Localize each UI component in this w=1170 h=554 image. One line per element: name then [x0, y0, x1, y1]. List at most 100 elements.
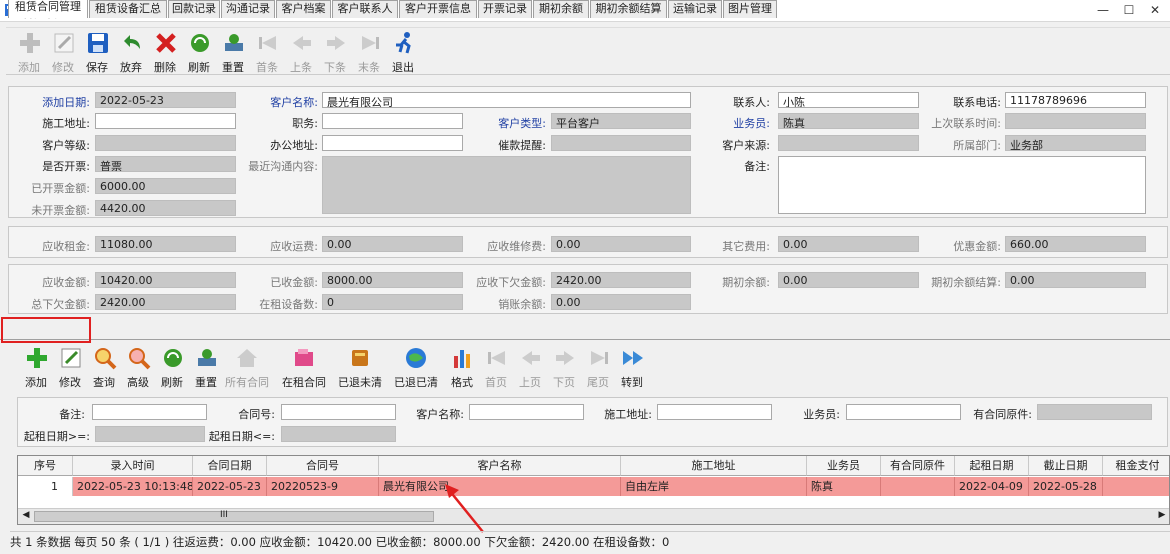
phone-field[interactable]: 11178789696 [1005, 92, 1146, 108]
reset-button[interactable]: 重置 [216, 28, 250, 76]
scroll-left-icon[interactable]: ◀ [20, 510, 32, 522]
cell-has-original[interactable] [881, 477, 955, 496]
writeoff-balance-field[interactable]: 0.00 [551, 294, 691, 310]
invoiced-amount-field[interactable]: 6000.00 [95, 178, 236, 194]
col-header-end-date[interactable]: 截止日期 [1029, 456, 1103, 476]
returned-settled-button[interactable]: 已退已清 [391, 343, 441, 391]
add-date-field[interactable]: 2022-05-23 [95, 92, 236, 108]
horizontal-scrollbar[interactable]: ◀ III ▶ [18, 508, 1169, 524]
renting-contracts-button[interactable]: 在租合同 [279, 343, 329, 391]
cell-site-address[interactable]: 自由左岸 [621, 477, 807, 496]
filter-contract-no-input[interactable] [281, 404, 396, 420]
tab-invoice-records[interactable]: 开票记录 [478, 0, 532, 18]
scroll-right-icon[interactable]: ▶ [1156, 510, 1168, 522]
tab-opening-balance-settle[interactable]: 期初余额结算 [590, 0, 667, 18]
col-header-rent-payment[interactable]: 租金支付 [1103, 456, 1169, 476]
customer-level-field[interactable] [95, 135, 236, 151]
col-header-has-original[interactable]: 有合同原件 [881, 456, 955, 476]
customer-type-field[interactable]: 平台客户 [551, 113, 691, 129]
invoice-flag-field[interactable]: 普票 [95, 156, 236, 172]
sub-refresh-button[interactable]: 刷新 [155, 343, 189, 391]
filter-start-to-input[interactable] [281, 426, 396, 442]
tab-equipment-summary[interactable]: 租赁设备汇总 [89, 0, 167, 18]
cell-contract-date[interactable]: 2022-05-23 [193, 477, 267, 496]
last-record-button[interactable]: 末条 [352, 28, 386, 76]
next-record-button[interactable]: 下条 [318, 28, 352, 76]
maximize-button[interactable]: ☐ [1116, 0, 1142, 20]
discount-field[interactable]: 660.00 [1005, 236, 1146, 252]
customer-source-field[interactable] [778, 135, 919, 151]
other-fees-field[interactable]: 0.00 [778, 236, 919, 252]
recent-communication-textarea[interactable] [322, 156, 691, 214]
sub-add-button[interactable]: 添加 [19, 343, 53, 391]
cell-entry-time[interactable]: 2022-05-23 10:13:48 [73, 477, 193, 496]
cell-salesman[interactable]: 陈真 [807, 477, 881, 496]
tab-transport-records[interactable]: 运输记录 [668, 0, 722, 18]
total-owed-field[interactable]: 2420.00 [95, 294, 236, 310]
close-button[interactable]: ✕ [1142, 0, 1168, 20]
tab-opening-balance[interactable]: 期初余额 [533, 0, 589, 18]
tab-image-management[interactable]: 图片管理 [723, 0, 777, 18]
last-contact-field[interactable] [1005, 113, 1146, 129]
format-button[interactable]: 格式 [445, 343, 479, 391]
sub-reset-button[interactable]: 重置 [189, 343, 223, 391]
returned-unsettled-button[interactable]: 已退未清 [335, 343, 385, 391]
opening-balance-settle-field[interactable]: 0.00 [1005, 272, 1146, 288]
next-page-button[interactable]: 下页 [547, 343, 581, 391]
tab-lease-contract[interactable]: 租赁合同管理 [8, 0, 88, 18]
all-contracts-button[interactable]: 所有合同 [223, 343, 271, 391]
filter-customer-name-input[interactable] [469, 404, 584, 420]
site-address-field[interactable] [95, 113, 236, 129]
tab-payment-records[interactable]: 回款记录 [168, 0, 220, 18]
tab-invoice-info[interactable]: 客户开票信息 [399, 0, 477, 18]
sub-advanced-button[interactable]: 高级 [121, 343, 155, 391]
opening-balance-field[interactable]: 0.00 [778, 272, 919, 288]
filter-site-input[interactable] [657, 404, 772, 420]
col-header-start-date[interactable]: 起租日期 [955, 456, 1029, 476]
last-page-button[interactable]: 尾页 [581, 343, 615, 391]
customer-name-field[interactable]: 晨光有限公司 [322, 92, 691, 108]
filter-remark-input[interactable] [92, 404, 207, 420]
cell-rent-payment[interactable] [1103, 477, 1169, 496]
edit-button[interactable]: 修改 [46, 28, 80, 76]
sub-edit-button[interactable]: 修改 [53, 343, 87, 391]
filter-start-from-input[interactable] [95, 426, 205, 442]
rented-equipment-field[interactable]: 0 [322, 294, 463, 310]
office-address-field[interactable] [322, 135, 463, 151]
cell-customer-name[interactable]: 晨光有限公司 [379, 477, 621, 496]
filter-has-original-select[interactable] [1037, 404, 1152, 420]
goto-page-button[interactable]: 转到 [615, 343, 649, 391]
repair-receivable-field[interactable]: 0.00 [551, 236, 691, 252]
col-header-contract-no[interactable]: 合同号 [267, 456, 379, 476]
filter-salesman-input[interactable] [846, 404, 961, 420]
col-header-no[interactable]: 序号 [18, 456, 73, 476]
col-header-site-address[interactable]: 施工地址 [621, 456, 807, 476]
cell-contract-no[interactable]: 20220523-9 [267, 477, 379, 496]
remark-textarea[interactable] [778, 156, 1146, 214]
refresh-button[interactable]: 刷新 [182, 28, 216, 76]
freight-receivable-field[interactable]: 0.00 [322, 236, 463, 252]
sub-query-button[interactable]: 查询 [87, 343, 121, 391]
col-header-customer-name[interactable]: 客户名称 [379, 456, 621, 476]
cell-start-date[interactable]: 2022-04-09 [955, 477, 1029, 496]
save-button[interactable]: 保存 [80, 28, 114, 76]
col-header-entry-time[interactable]: 录入时间 [73, 456, 193, 476]
cell-no[interactable]: 1 [18, 477, 73, 496]
job-title-field[interactable] [322, 113, 463, 129]
amount-due-field[interactable]: 10420.00 [95, 272, 236, 288]
tab-customer-archive[interactable]: 客户档案 [276, 0, 331, 18]
col-header-contract-date[interactable]: 合同日期 [193, 456, 267, 476]
salesman-field[interactable]: 陈真 [778, 113, 919, 129]
delete-button[interactable]: 删除 [148, 28, 182, 76]
prev-record-button[interactable]: 上条 [284, 28, 318, 76]
uninvoiced-amount-field[interactable]: 4420.00 [95, 200, 236, 216]
rent-receivable-field[interactable]: 11080.00 [95, 236, 236, 252]
payment-reminder-field[interactable] [551, 135, 691, 151]
first-record-button[interactable]: 首条 [250, 28, 284, 76]
contact-field[interactable]: 小陈 [778, 92, 919, 108]
scrollbar-thumb[interactable]: III [34, 510, 434, 522]
first-page-button[interactable]: 首页 [479, 343, 513, 391]
exit-button[interactable]: 退出 [386, 28, 420, 76]
prev-page-button[interactable]: 上页 [513, 343, 547, 391]
tab-customer-contacts[interactable]: 客户联系人 [332, 0, 398, 18]
